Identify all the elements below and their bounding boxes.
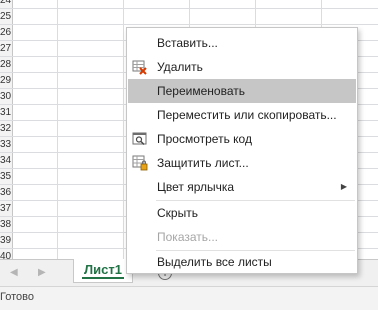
menu-item-label: Переименовать xyxy=(157,84,245,98)
sheet-context-menu: Вставить... Удалить Переименовать Переме… xyxy=(126,27,358,274)
menu-item-move-copy[interactable]: Переместить или скопировать... xyxy=(128,103,356,127)
grid-row[interactable]: 24 xyxy=(0,0,378,9)
row-header[interactable]: 38 xyxy=(0,217,13,232)
menu-item-label: Скрыть xyxy=(157,206,198,220)
row-header[interactable]: 30 xyxy=(0,89,13,104)
menu-item-label: Защитить лист... xyxy=(157,156,249,170)
menu-item-insert[interactable]: Вставить... xyxy=(128,31,356,55)
menu-item-hide[interactable]: Скрыть xyxy=(128,201,356,225)
scroll-tabs-right-icon[interactable]: ▶ xyxy=(38,267,46,278)
scroll-tabs-left-icon[interactable]: ◀ xyxy=(10,267,18,278)
row-header[interactable]: 35 xyxy=(0,169,13,184)
status-bar: Готово xyxy=(0,286,378,310)
menu-item-tab-color[interactable]: Цвет ярлычка ▶ xyxy=(128,175,356,199)
view-code-icon xyxy=(132,131,148,147)
menu-item-select-all-sheets[interactable]: Выделить все листы xyxy=(128,250,356,274)
row-header[interactable]: 32 xyxy=(0,121,13,136)
sheet-tab-label: Лист1 xyxy=(82,262,124,279)
delete-sheet-icon xyxy=(132,59,148,75)
row-header[interactable]: 34 xyxy=(0,153,13,168)
menu-item-label: Цвет ярлычка xyxy=(157,180,235,194)
menu-item-label: Выделить все листы xyxy=(157,255,272,269)
row-header[interactable]: 26 xyxy=(0,25,13,40)
row-header[interactable]: 29 xyxy=(0,73,13,88)
row-header[interactable]: 36 xyxy=(0,185,13,200)
menu-item-protect-sheet[interactable]: Защитить лист... xyxy=(128,151,356,175)
submenu-arrow-icon: ▶ xyxy=(340,182,347,191)
menu-item-delete[interactable]: Удалить xyxy=(128,55,356,79)
row-header[interactable]: 28 xyxy=(0,57,13,72)
sheet-tab[interactable]: Лист1 xyxy=(73,259,133,283)
menu-item-rename[interactable]: Переименовать xyxy=(128,79,356,103)
row-header[interactable]: 39 xyxy=(0,233,13,248)
row-header[interactable]: 25 xyxy=(0,9,13,24)
row-header[interactable]: 31 xyxy=(0,105,13,120)
menu-item-label: Вставить... xyxy=(157,36,218,50)
status-text: Готово xyxy=(0,291,34,303)
menu-item-label: Переместить или скопировать... xyxy=(157,108,337,122)
row-header[interactable]: 40 xyxy=(0,249,13,259)
menu-item-show: Показать... xyxy=(128,225,356,249)
menu-item-label: Показать... xyxy=(157,230,219,244)
row-header[interactable]: 37 xyxy=(0,201,13,216)
row-header[interactable]: 24 xyxy=(0,0,13,8)
row-header[interactable]: 33 xyxy=(0,137,13,152)
menu-item-view-code[interactable]: Просмотреть код xyxy=(128,127,356,151)
grid-row[interactable]: 25 xyxy=(0,9,378,25)
protect-sheet-icon xyxy=(132,155,148,171)
menu-item-label: Просмотреть код xyxy=(157,132,252,146)
menu-item-label: Удалить xyxy=(157,60,203,74)
row-header[interactable]: 27 xyxy=(0,41,13,56)
